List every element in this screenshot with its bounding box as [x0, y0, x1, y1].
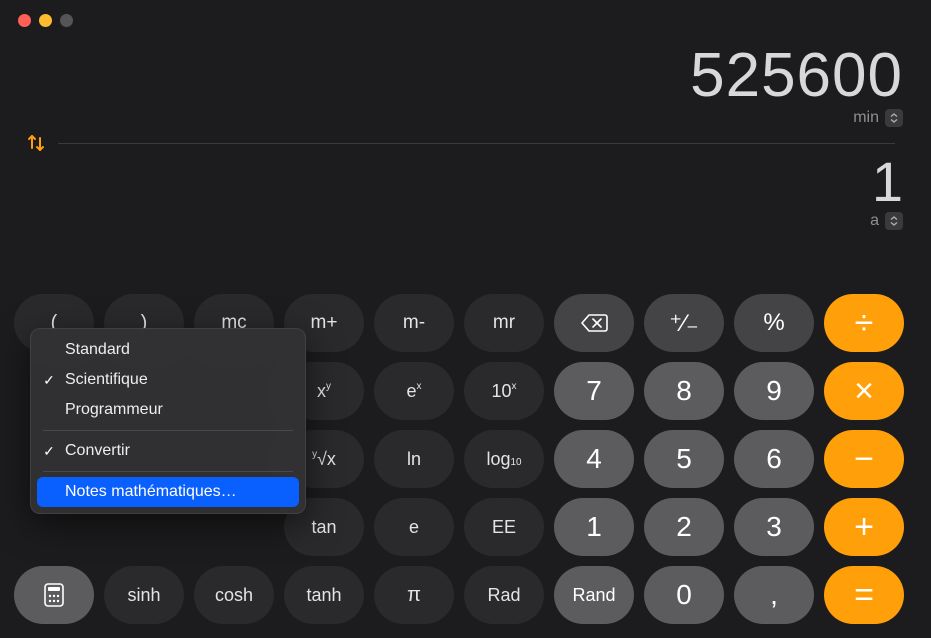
key-5[interactable]: 5 — [644, 430, 724, 488]
key-m-minus[interactable]: m- — [374, 294, 454, 352]
secondary-unit-label: a — [870, 212, 879, 230]
key-mr[interactable]: mr — [464, 294, 544, 352]
mode-menu-label: Standard — [65, 341, 130, 359]
key-tanh[interactable]: tanh — [284, 566, 364, 624]
mode-menu-item-programmer[interactable]: Programmeur — [31, 395, 305, 425]
key-percent[interactable]: % — [734, 294, 814, 352]
secondary-unit-select[interactable] — [885, 212, 903, 230]
key-6[interactable]: 6 — [734, 430, 814, 488]
primary-unit-select[interactable] — [885, 109, 903, 127]
key-7[interactable]: 7 — [554, 362, 634, 420]
key-log10[interactable]: log10 — [464, 430, 544, 488]
key-divide[interactable] — [824, 294, 904, 352]
key-pi[interactable]: π — [374, 566, 454, 624]
window-titlebar — [0, 0, 931, 40]
menu-separator — [43, 430, 293, 431]
mode-menu-label: Convertir — [65, 442, 130, 460]
key-equals[interactable] — [824, 566, 904, 624]
key-4[interactable]: 4 — [554, 430, 634, 488]
mode-menu-item-math-notes[interactable]: Notes mathématiques… — [37, 477, 299, 507]
key-ee[interactable]: EE — [464, 498, 544, 556]
primary-unit-label: min — [853, 109, 879, 127]
key-multiply[interactable] — [824, 362, 904, 420]
window-close-button[interactable] — [18, 14, 31, 27]
mode-menu-label: Programmeur — [65, 401, 163, 419]
key-1[interactable]: 1 — [554, 498, 634, 556]
mode-menu-label: Notes mathématiques… — [65, 483, 237, 501]
mode-menu-item-convert[interactable]: ✓ Convertir — [31, 436, 305, 466]
check-icon: ✓ — [41, 443, 57, 460]
mode-menu-item-scientific[interactable]: ✓ Scientifique — [31, 365, 305, 395]
swap-conversion-icon[interactable] — [24, 133, 48, 153]
key-8[interactable]: 8 — [644, 362, 724, 420]
key-e[interactable]: e — [374, 498, 454, 556]
key-ln[interactable]: ln — [374, 430, 454, 488]
key-decimal[interactable]: , — [734, 566, 814, 624]
key-minus[interactable] — [824, 430, 904, 488]
key-2[interactable]: 2 — [644, 498, 724, 556]
check-icon: ✓ — [41, 372, 57, 389]
key-rad[interactable]: Rad — [464, 566, 544, 624]
key-9[interactable]: 9 — [734, 362, 814, 420]
key-cosh[interactable]: cosh — [194, 566, 274, 624]
key-sinh[interactable]: sinh — [104, 566, 184, 624]
key-3[interactable]: 3 — [734, 498, 814, 556]
window-zoom-button[interactable] — [60, 14, 73, 27]
menu-separator — [43, 471, 293, 472]
key-rand[interactable]: Rand — [554, 566, 634, 624]
key-10-pow-x[interactable]: 10x — [464, 362, 544, 420]
key-plus[interactable] — [824, 498, 904, 556]
key-mode-menu[interactable] — [14, 566, 94, 624]
primary-value: 525600 — [690, 40, 903, 111]
window-minimize-button[interactable] — [39, 14, 52, 27]
secondary-value: 1 — [872, 149, 903, 214]
key-backspace[interactable] — [554, 294, 634, 352]
key-plus-minus[interactable]: ⁺∕₋ — [644, 294, 724, 352]
mode-menu-popup: Standard ✓ Scientifique Programmeur ✓ Co… — [30, 328, 306, 514]
mode-menu-label: Scientifique — [65, 371, 148, 389]
key-0[interactable]: 0 — [644, 566, 724, 624]
mode-menu-item-standard[interactable]: Standard — [31, 335, 305, 365]
display-separator — [58, 143, 895, 144]
key-e-pow-x[interactable]: ex — [374, 362, 454, 420]
display-area: 525600 min 1 a — [0, 40, 931, 246]
